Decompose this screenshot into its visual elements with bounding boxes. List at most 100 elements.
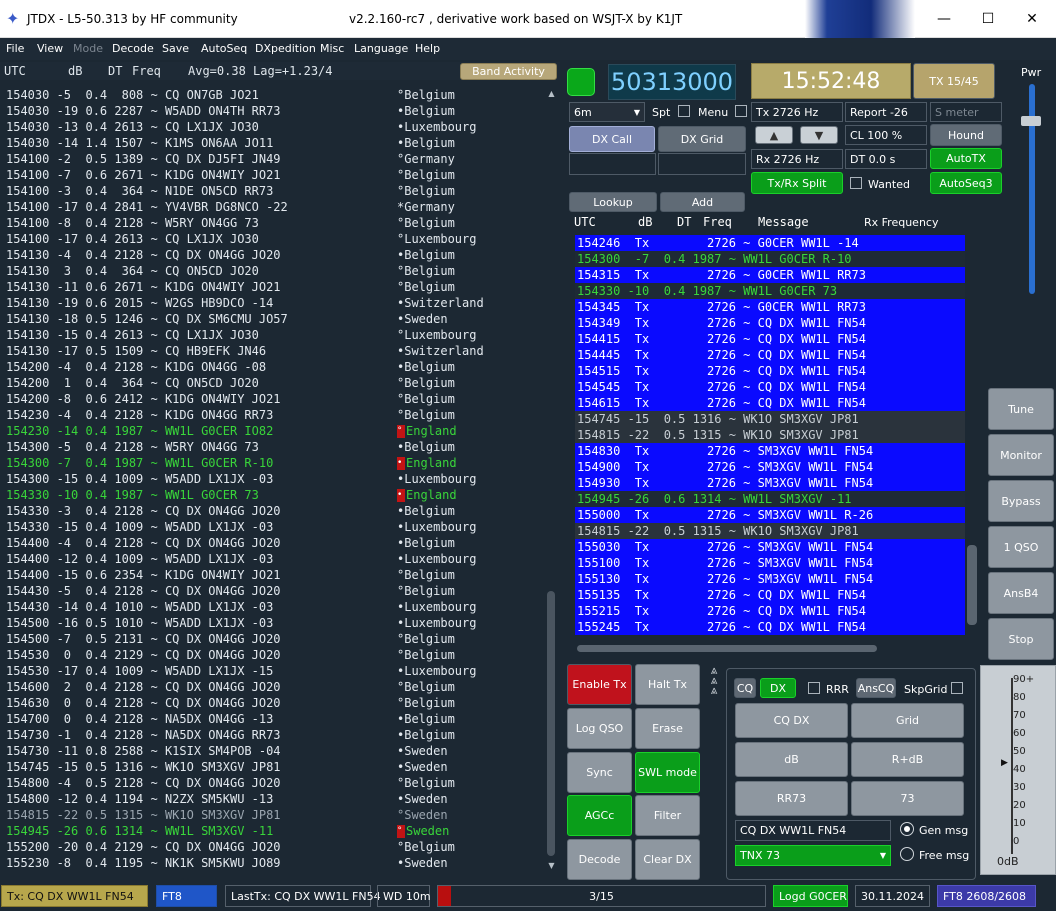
band-activity-row[interactable]: 154030 -19 0.6 2287 ~ W5ADD ON4TH RR73 •B… xyxy=(0,103,545,119)
band-activity-row[interactable]: 154800 -4 0.5 2128 ~ CQ DX ON4GG JO20 °Be… xyxy=(0,775,545,791)
anscq-button[interactable]: AnsCQ xyxy=(856,678,896,698)
band-activity-row[interactable]: 154030 -14 1.4 1507 ~ K1MS ON6AA JO11 •Be… xyxy=(0,135,545,151)
band-activity-row[interactable]: 154200 -8 0.6 2412 ~ K1DG ON4WIY JO21 °Be… xyxy=(0,391,545,407)
rx-frequency-row[interactable]: 154745 -15 0.5 1316 ~ WK1O SM3XGV JP81 xyxy=(575,411,965,427)
menu-decode[interactable]: Decode xyxy=(112,42,154,55)
menu-language[interactable]: Language xyxy=(354,42,408,55)
dx-call-button[interactable]: DX Call xyxy=(569,126,655,152)
minimize-button[interactable]: — xyxy=(924,6,964,32)
tx-rx-split-button[interactable]: Tx/Rx Split xyxy=(751,172,843,194)
band-activity-row[interactable]: 154500 -7 0.5 2131 ~ CQ DX ON4GG JO20 °Be… xyxy=(0,631,545,647)
band-activity-row[interactable]: 154400 -15 0.6 2354 ~ K1DG ON4WIY JO21 °B… xyxy=(0,567,545,583)
rrr-checkbox[interactable] xyxy=(808,682,820,694)
tune-button[interactable]: Tune xyxy=(988,388,1054,430)
band-activity-row[interactable]: 154530 -17 0.4 1009 ~ W5ADD LX1JX -15 •Lu… xyxy=(0,663,545,679)
band-activity-row[interactable]: 155200 -20 0.4 2129 ~ CQ DX ON4GG JO20 °B… xyxy=(0,839,545,855)
menu-save[interactable]: Save xyxy=(162,42,189,55)
clear-dx-button[interactable]: Clear DX xyxy=(635,839,700,880)
band-activity-row[interactable]: 154100 -3 0.4 364 ~ N1DE ON5CD RR73 °Belg… xyxy=(0,183,545,199)
band-activity-row[interactable]: 154430 -5 0.4 2128 ~ CQ DX ON4GG JO20 °Be… xyxy=(0,583,545,599)
rx-frequency-row[interactable]: 154445 Tx 2726 ~ CQ DX WW1L FN54 xyxy=(575,347,965,363)
band-activity-row[interactable]: 154430 -14 0.4 1010 ~ W5ADD LX1JX -03 •Lu… xyxy=(0,599,545,615)
band-activity-row[interactable]: 154330 -10 0.4 1987 ~ WW1L G0CER 73 • Engl… xyxy=(0,487,545,503)
menu-misc[interactable]: Misc xyxy=(320,42,344,55)
menu-file[interactable]: File xyxy=(6,42,24,55)
report-spin[interactable]: Report -26 xyxy=(845,102,927,122)
enable-tx-button[interactable]: Enable Tx xyxy=(567,664,632,705)
band-activity-row[interactable]: 155230 -8 0.4 1195 ~ NK1K SM5KWU JO89 •Sw… xyxy=(0,855,545,871)
rx-frequency-row[interactable]: 154415 Tx 2726 ~ CQ DX WW1L FN54 xyxy=(575,331,965,347)
rx-frequency-row[interactable]: 154330 -10 0.4 1987 ~ WW1L G0CER 73 xyxy=(575,283,965,299)
menu-autoseq[interactable]: AutoSeq xyxy=(201,42,247,55)
up-arrow-button[interactable]: ▲ xyxy=(755,126,793,144)
rx-frequency-row[interactable]: 154830 Tx 2726 ~ SM3XGV WW1L FN54 xyxy=(575,443,965,459)
band-activity-row[interactable]: 154100 -2 0.5 1389 ~ CQ DX DJ5FI JN49 °Ge… xyxy=(0,151,545,167)
band-activity-row[interactable]: 154745 -15 0.5 1316 ~ WK1O SM3XGV JP81 •S… xyxy=(0,759,545,775)
agcc-button[interactable]: AGCc xyxy=(567,795,632,836)
skpgrid-checkbox[interactable] xyxy=(951,682,963,694)
sync-button[interactable]: Sync xyxy=(567,752,632,793)
band-activity-row[interactable]: 154100 -8 0.4 2128 ~ W5RY ON4GG 73 °Belgi… xyxy=(0,215,545,231)
free-message-select[interactable]: TNX 73 ▼ xyxy=(735,845,891,866)
band-activity-row[interactable]: 154630 0 0.4 2128 ~ CQ DX ON4GG JO20 °Bel… xyxy=(0,695,545,711)
grid-button[interactable]: Grid xyxy=(851,703,964,738)
maximize-button[interactable]: ☐ xyxy=(968,6,1008,32)
rx-frequency-row[interactable]: 154545 Tx 2726 ~ CQ DX WW1L FN54 xyxy=(575,379,965,395)
rx-hscroll-thumb[interactable] xyxy=(577,645,877,652)
band-activity-row[interactable]: 154100 -17 0.4 2613 ~ CQ LX1JX JO30 °Luxe… xyxy=(0,231,545,247)
band-activity-row[interactable]: 154230 -14 0.4 1987 ~ WW1L G0CER IO82 ° En… xyxy=(0,423,545,439)
db-button[interactable]: dB xyxy=(735,742,848,777)
rx-frequency-row[interactable]: 155215 Tx 2726 ~ CQ DX WW1L FN54 xyxy=(575,603,965,619)
rx-frequency-row[interactable]: 155030 Tx 2726 ~ SM3XGV WW1L FN54 xyxy=(575,539,965,555)
free-msg-radio[interactable] xyxy=(900,847,914,861)
band-activity-row[interactable]: 154300 -15 0.4 1009 ~ W5ADD LX1JX -03 •Lu… xyxy=(0,471,545,487)
tx-frequency-spin[interactable]: Tx 2726 Hz xyxy=(751,102,843,122)
rx-frequency-row[interactable]: 154246 Tx 2726 ~ G0CER WW1L -14 xyxy=(575,235,965,251)
scroll-down-icon[interactable]: ▼ xyxy=(546,861,557,872)
rx-frequency-row[interactable]: 154900 Tx 2726 ~ SM3XGV WW1L FN54 xyxy=(575,459,965,475)
band-activity-row[interactable]: 154300 -5 0.4 2128 ~ W5RY ON4GG 73 •Belgi… xyxy=(0,439,545,455)
tx-period-button[interactable]: TX 15/45 xyxy=(913,63,995,99)
menu-help[interactable]: Help xyxy=(415,42,440,55)
gen-msg-radio[interactable] xyxy=(900,822,914,836)
band-activity-row[interactable]: 154130 -17 0.5 1509 ~ CQ HB9EFK JN46 •Swi… xyxy=(0,343,545,359)
band-activity-row[interactable]: 154130 -4 0.4 2128 ~ CQ DX ON4GG JO20 •Be… xyxy=(0,247,545,263)
spt-checkbox[interactable] xyxy=(678,105,690,117)
menu-checkbox[interactable] xyxy=(735,105,747,117)
autotx-button[interactable]: AutoTX xyxy=(930,148,1002,169)
rx-frequency-row[interactable]: 154930 Tx 2726 ~ SM3XGV WW1L FN54 xyxy=(575,475,965,491)
swl-mode-button[interactable]: SWL mode xyxy=(635,752,700,793)
dx-grid-button[interactable]: DX Grid xyxy=(658,126,746,152)
rx-horizontal-scrollbar[interactable] xyxy=(575,641,965,655)
log-qso-button[interactable]: Log QSO xyxy=(567,708,632,749)
lookup-button[interactable]: Lookup xyxy=(569,192,657,212)
band-activity-row[interactable]: 154530 0 0.4 2129 ~ CQ DX ON4GG JO20 °Bel… xyxy=(0,647,545,663)
rx-frequency-row[interactable]: 154815 -22 0.5 1315 ~ WK1O SM3XGV JP81 xyxy=(575,523,965,539)
band-activity-row[interactable]: 154300 -7 0.4 1987 ~ WW1L G0CER R-10 • Eng… xyxy=(0,455,545,471)
band-activity-row[interactable]: 154500 -16 0.5 1010 ~ W5ADD LX1JX -03 •Lu… xyxy=(0,615,545,631)
dx-grid-input[interactable] xyxy=(658,153,746,175)
band-activity-row[interactable]: 154130 3 0.4 364 ~ CQ ON5CD JO20 °Belgium xyxy=(0,263,545,279)
band-activity-row[interactable]: 154945 -26 0.6 1314 ~ WW1L SM3XGV -11 ° Sw… xyxy=(0,823,545,839)
rx-frequency-row[interactable]: 155100 Tx 2726 ~ SM3XGV WW1L FN54 xyxy=(575,555,965,571)
power-handle[interactable] xyxy=(1021,116,1041,126)
ansb4-button[interactable]: AnsB4 xyxy=(988,572,1054,614)
band-activity-row[interactable]: 154815 -22 0.5 1315 ~ WK1O SM3XGV JP81 °S… xyxy=(0,807,545,823)
band-activity-row[interactable]: 154600 2 0.4 2128 ~ CQ DX ON4GG JO20 °Bel… xyxy=(0,679,545,695)
band-activity-row[interactable]: 154130 -15 0.4 2613 ~ CQ LX1JX JO30 °Luxe… xyxy=(0,327,545,343)
filter-button[interactable]: Filter xyxy=(635,795,700,836)
cq-dx-button[interactable]: CQ DX xyxy=(735,703,848,738)
rx-frequency-row[interactable]: 154615 Tx 2726 ~ CQ DX WW1L FN54 xyxy=(575,395,965,411)
rx-frequency-spin[interactable]: Rx 2726 Hz xyxy=(751,149,843,169)
band-activity-row[interactable]: 154130 -19 0.6 2015 ~ W2GS HB9DCO -14 •Sw… xyxy=(0,295,545,311)
menu-mode[interactable]: Mode xyxy=(73,42,103,55)
dx-button[interactable]: DX xyxy=(760,678,796,698)
scroll-thumb[interactable] xyxy=(547,591,555,856)
rx-frequency-scrollbar[interactable] xyxy=(965,235,979,641)
menu-view[interactable]: View xyxy=(37,42,63,55)
band-activity-row[interactable]: 154130 -18 0.5 1246 ~ CQ DX SM6CMU JO57 •… xyxy=(0,311,545,327)
one-qso-button[interactable]: 1 QSO xyxy=(988,526,1054,568)
band-activity-row[interactable]: 154400 -12 0.4 1009 ~ W5ADD LX1JX -03 •Lu… xyxy=(0,551,545,567)
rx-scroll-thumb[interactable] xyxy=(967,545,977,625)
rx-frequency-row[interactable]: 154300 -7 0.4 1987 ~ WW1L G0CER R-10 xyxy=(575,251,965,267)
